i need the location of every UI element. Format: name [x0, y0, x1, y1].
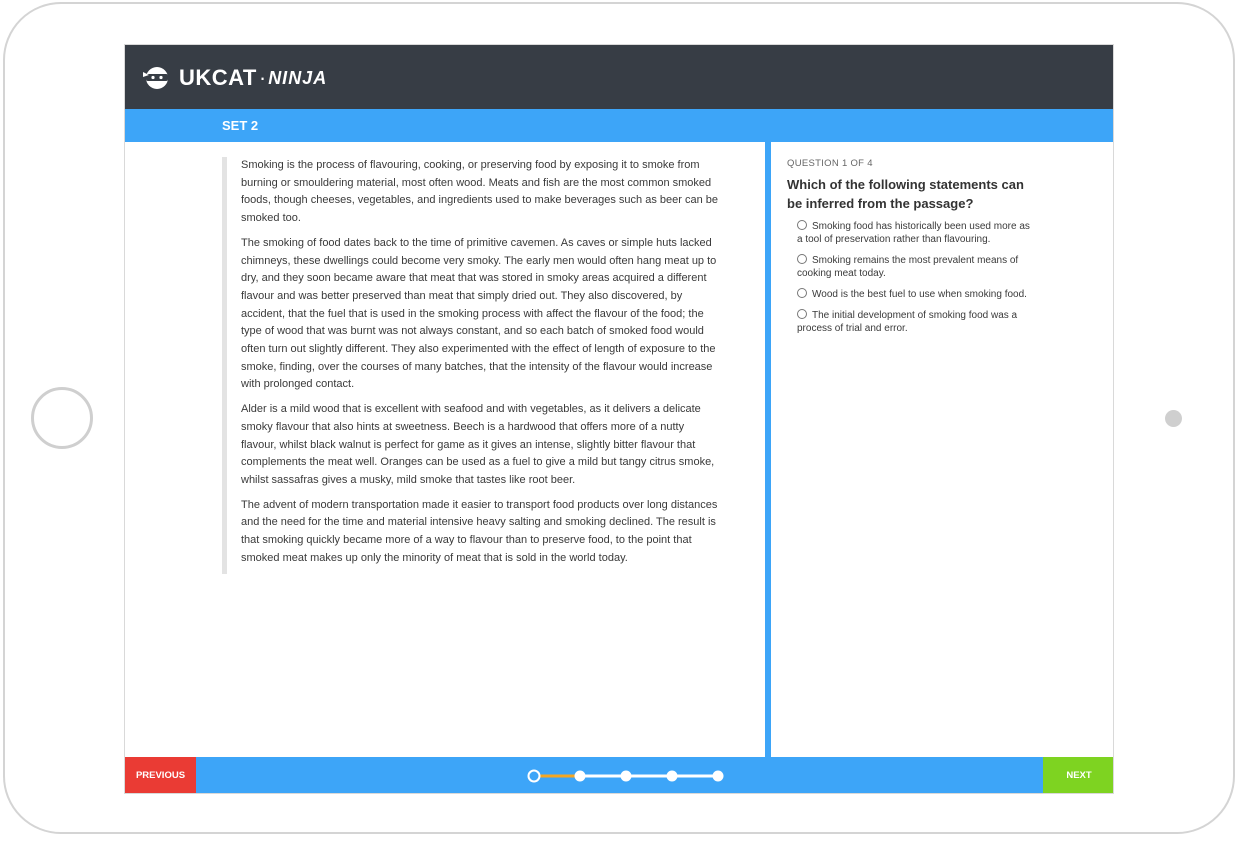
progress-track [527, 769, 724, 783]
answer-options: Smoking food has historically been used … [797, 220, 1037, 343]
answer-option-1[interactable]: Smoking food has historically been used … [797, 220, 1037, 246]
radio-unchecked-icon[interactable] [797, 254, 807, 264]
answer-option-4[interactable]: The initial development of smoking food … [797, 309, 1037, 335]
passage-paragraph: The smoking of food dates back to the ti… [241, 236, 717, 391]
question-pane: QUESTION 1 OF 4 Which of the following s… [771, 142, 1113, 757]
logo-separator: · [258, 65, 267, 90]
passage-text: Smoking is the process of flavouring, co… [222, 157, 719, 575]
footer-bar: PREVIOUS NEXT [125, 757, 1113, 793]
progress-stepper [527, 767, 727, 785]
logo-text: UKCAT [179, 65, 257, 90]
answer-option-label: Wood is the best fuel to use when smokin… [812, 289, 1027, 300]
next-button[interactable]: NEXT [1043, 757, 1113, 793]
answer-option-2[interactable]: Smoking remains the most prevalent means… [797, 254, 1037, 280]
progress-step-3[interactable] [620, 770, 632, 782]
app-logo: UKCAT · NINJA [141, 65, 327, 91]
progress-step-5[interactable] [712, 770, 724, 782]
ninja-head-icon [141, 66, 173, 90]
previous-button[interactable]: PREVIOUS [125, 757, 196, 793]
question-text: Which of the following statements can be… [787, 177, 1024, 211]
passage-pane: Smoking is the process of flavouring, co… [125, 142, 765, 757]
progress-step-1[interactable] [527, 769, 541, 783]
logo-subtext: NINJA [268, 67, 328, 88]
set-title: SET 2 [222, 118, 259, 133]
answer-option-label: Smoking food has historically been used … [797, 221, 1030, 245]
passage-paragraph: The advent of modern transportation made… [241, 498, 718, 564]
camera-dot [1165, 410, 1182, 427]
home-button[interactable] [31, 387, 93, 449]
radio-unchecked-icon[interactable] [797, 220, 807, 230]
set-bar: SET 2 [125, 109, 1113, 142]
radio-unchecked-icon[interactable] [797, 309, 807, 319]
header-bar: UKCAT · NINJA [125, 45, 1113, 109]
question-counter: QUESTION 1 OF 4 [787, 158, 873, 169]
answer-option-label: Smoking remains the most prevalent means… [797, 255, 1019, 279]
progress-step-2[interactable] [574, 770, 586, 782]
answer-option-3[interactable]: Wood is the best fuel to use when smokin… [797, 288, 1037, 301]
app-screen: UKCAT · NINJA SET 2 Smoking is the proce… [124, 44, 1114, 794]
passage-paragraph: Smoking is the process of flavouring, co… [241, 159, 718, 225]
progress-step-4[interactable] [666, 770, 678, 782]
radio-unchecked-icon[interactable] [797, 288, 807, 298]
passage-paragraph: Alder is a mild wood that is excellent w… [241, 403, 715, 486]
answer-option-label: The initial development of smoking food … [797, 310, 1018, 334]
